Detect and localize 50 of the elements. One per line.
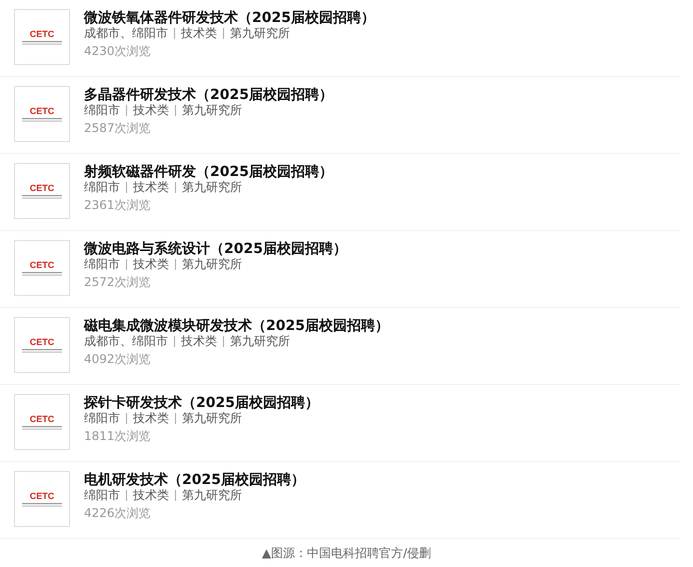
job-tag: 绵阳市 (84, 259, 120, 270)
job-tag: 第九研究所 (175, 413, 242, 424)
logo-text: CETC (30, 106, 54, 116)
view-count: 1811次浏览 (84, 428, 152, 445)
job-tag: 技术类 (126, 413, 169, 424)
job-tag: 绵阳市 (84, 105, 120, 116)
view-count: 2587次浏览 (84, 120, 152, 137)
job-tag: 技术类 (126, 105, 169, 116)
logo-lines-icon (22, 503, 62, 507)
view-count: 4226次浏览 (84, 505, 152, 522)
job-title[interactable]: 多晶器件研发技术（2025届校园招聘） (84, 86, 333, 104)
job-title[interactable]: 微波铁氧体器件研发技术（2025届校园招聘） (84, 9, 375, 27)
logo-lines-icon (22, 118, 62, 122)
logo-text: CETC (30, 337, 54, 347)
job-tag: 技术类 (126, 182, 169, 193)
logo-lines-icon (22, 349, 62, 353)
logo-lines-icon (22, 41, 62, 45)
job-tag: 绵阳市 (84, 413, 120, 424)
job-tag: 第九研究所 (175, 490, 242, 501)
logo-text: CETC (30, 183, 54, 193)
logo-text: CETC (30, 491, 54, 501)
job-title[interactable]: 电机研发技术（2025届校园招聘） (84, 471, 305, 489)
job-tag: 绵阳市 (84, 182, 120, 193)
job-tag: 技术类 (174, 336, 217, 347)
job-tag: 技术类 (174, 28, 217, 39)
logo-lines-icon (22, 272, 62, 276)
job-title[interactable]: 微波电路与系统设计（2025届校园招聘） (84, 240, 347, 258)
view-count: 2572次浏览 (84, 274, 152, 291)
view-count: 4092次浏览 (84, 351, 152, 368)
job-title[interactable]: 射频软磁器件研发（2025届校园招聘） (84, 163, 333, 181)
job-tag: 绵阳市 (84, 490, 120, 501)
logo-lines-icon (22, 195, 62, 199)
view-count: 4230次浏览 (84, 43, 152, 60)
job-tag: 第九研究所 (175, 182, 242, 193)
job-tag: 第九研究所 (223, 336, 290, 347)
job-tag: 第九研究所 (175, 105, 242, 116)
job-title[interactable]: 探针卡研发技术（2025届校园招聘） (84, 394, 319, 412)
image-caption: ▲图源：中国电科招聘官方/侵删 (260, 545, 432, 562)
job-tag: 第九研究所 (223, 28, 290, 39)
logo-lines-icon (22, 426, 62, 430)
logo-text: CETC (30, 414, 54, 424)
job-tag: 技术类 (126, 259, 169, 270)
view-count: 2361次浏览 (84, 197, 152, 214)
logo-text: CETC (30, 260, 54, 270)
logo-text: CETC (30, 29, 54, 39)
job-tag: 成都市、绵阳市 (84, 28, 168, 39)
job-tag: 第九研究所 (175, 259, 242, 270)
job-title[interactable]: 磁电集成微波模块研发技术（2025届校园招聘） (84, 317, 389, 335)
job-tag: 成都市、绵阳市 (84, 336, 168, 347)
job-tag: 技术类 (126, 490, 169, 501)
